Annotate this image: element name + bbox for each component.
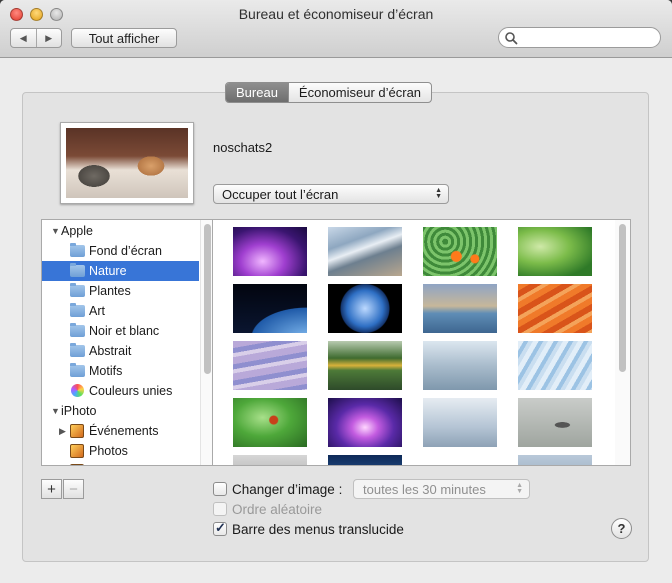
- help-button[interactable]: ?: [611, 518, 632, 539]
- wallpaper-thumbnail[interactable]: [423, 398, 497, 447]
- sidebar-item-motifs[interactable]: Motifs: [42, 361, 199, 381]
- random-order-option[interactable]: Ordre aléatoire: [213, 500, 322, 518]
- folder-icon: [70, 263, 85, 277]
- wallpaper-thumbnail[interactable]: [233, 455, 307, 465]
- tab-control: Bureau Économiseur d’écran: [225, 82, 433, 103]
- wallpaper-thumbnail[interactable]: [423, 455, 497, 465]
- sidebar-item-plantes[interactable]: Plantes: [42, 281, 199, 301]
- folder-icon: [70, 283, 85, 297]
- chevron-left-icon: ◀: [19, 32, 27, 43]
- current-wallpaper-preview[interactable]: [60, 122, 194, 204]
- wallpaper-thumbnail[interactable]: [518, 398, 592, 447]
- wallpaper-thumbnail[interactable]: [423, 227, 497, 276]
- wallpaper-grid: [213, 219, 631, 466]
- wallpaper-thumbnail[interactable]: [328, 284, 402, 333]
- folder-icon: [70, 363, 85, 377]
- change-picture-checkbox[interactable]: [213, 482, 227, 496]
- folder-icon: [70, 303, 85, 317]
- tab-desktop[interactable]: Bureau: [226, 83, 288, 102]
- wallpaper-grid-scroll-thumb[interactable]: [619, 224, 626, 372]
- sidebar-group-iphoto[interactable]: ▼ iPhoto: [42, 401, 199, 421]
- sidebar-item-couleurs-unies[interactable]: Couleurs unies: [42, 381, 199, 401]
- disclosure-closed-icon[interactable]: ▶: [59, 426, 66, 437]
- fit-mode-popup[interactable]: Occuper tout l’écran ▲ ▼: [213, 184, 449, 204]
- help-icon: ?: [617, 521, 626, 536]
- forward-button[interactable]: ▶: [35, 29, 62, 47]
- wallpaper-thumbnail[interactable]: [518, 455, 592, 465]
- sidebar-item-abstrait[interactable]: Abstrait: [42, 341, 199, 361]
- remove-folder-button[interactable]: −: [63, 479, 84, 499]
- sidebar-item-photos[interactable]: Photos: [42, 441, 199, 461]
- folder-icon: [70, 343, 85, 357]
- wallpaper-thumbnail[interactable]: [328, 398, 402, 447]
- translucent-menu-bar-checkbox[interactable]: [213, 520, 227, 536]
- change-picture-option[interactable]: Changer d’image :: [213, 480, 342, 498]
- sidebar-item-noir-et-blanc[interactable]: Noir et blanc: [42, 321, 199, 341]
- wallpaper-thumbnail[interactable]: [328, 227, 402, 276]
- sidebar-item-evenements[interactable]: ▶ Événements: [42, 421, 199, 441]
- wallpaper-thumbnail[interactable]: [233, 341, 307, 390]
- random-order-checkbox[interactable]: [213, 502, 227, 516]
- search-field[interactable]: [498, 27, 661, 48]
- sidebar-item-partial[interactable]: [42, 461, 199, 465]
- back-button[interactable]: ◀: [11, 29, 36, 47]
- wallpaper-grid-scrollbar[interactable]: [615, 220, 630, 465]
- interval-popup[interactable]: toutes les 30 minutes ▲ ▼: [353, 479, 530, 499]
- wallpaper-thumbnail[interactable]: [233, 398, 307, 447]
- sidebar-item-fond-ecran[interactable]: Fond d’écran: [42, 241, 199, 261]
- wallpaper-thumbnail[interactable]: [518, 341, 592, 390]
- iphoto-photos-icon: [70, 444, 84, 458]
- wallpaper-thumbnail[interactable]: [423, 341, 497, 390]
- disclosure-open-icon[interactable]: ▼: [51, 226, 60, 236]
- wallpaper-thumbnail[interactable]: [233, 284, 307, 333]
- folder-icon: [70, 323, 85, 337]
- sidebar-item-art[interactable]: Art: [42, 301, 199, 321]
- wallpaper-thumbnail[interactable]: [328, 341, 402, 390]
- disclosure-open-icon[interactable]: ▼: [51, 406, 60, 416]
- wallpaper-thumbnail[interactable]: [423, 284, 497, 333]
- show-all-button[interactable]: Tout afficher: [71, 28, 177, 48]
- wallpaper-preview-image: [66, 128, 188, 198]
- popup-arrows-icon: ▲ ▼: [435, 187, 442, 200]
- color-wheel-icon: [71, 384, 84, 397]
- sidebar-group-apple[interactable]: ▼ Apple: [42, 221, 199, 241]
- source-list-scroll-thumb[interactable]: [204, 224, 211, 374]
- search-icon: [505, 32, 518, 45]
- title-bar: Bureau et économiseur d’écran ◀ ▶ Tout a…: [0, 0, 672, 58]
- source-list: ▼ Apple Fond d’écran Nature Plantes Art …: [41, 219, 213, 466]
- sidebar-item-nature[interactable]: Nature: [42, 261, 199, 281]
- search-input[interactable]: [521, 30, 653, 45]
- wallpaper-thumbnail[interactable]: [233, 227, 307, 276]
- wallpaper-thumbnail[interactable]: [328, 455, 402, 465]
- fit-mode-value: Occuper tout l’écran: [222, 186, 339, 202]
- wallpaper-name: noschats2: [213, 140, 273, 155]
- folder-icon: [70, 243, 85, 257]
- chevron-right-icon: ▶: [45, 32, 53, 43]
- back-forward-buttons: ◀ ▶: [10, 28, 62, 48]
- preferences-window: Bureau et économiseur d’écran ◀ ▶ Tout a…: [0, 0, 672, 583]
- popup-arrows-icon: ▲ ▼: [516, 482, 523, 495]
- window-title: Bureau et économiseur d’écran: [238, 6, 434, 22]
- source-list-scrollbar[interactable]: [200, 220, 212, 465]
- add-folder-button[interactable]: +: [41, 479, 62, 499]
- iphoto-events-icon: [70, 424, 84, 438]
- wallpaper-thumbnail[interactable]: [518, 227, 592, 276]
- wallpaper-thumbnail[interactable]: [518, 284, 592, 333]
- iphoto-item-icon: [70, 464, 84, 465]
- tab-screensaver[interactable]: Économiseur d’écran: [287, 83, 431, 102]
- translucent-menu-bar-option[interactable]: Barre des menus translucide: [213, 520, 404, 538]
